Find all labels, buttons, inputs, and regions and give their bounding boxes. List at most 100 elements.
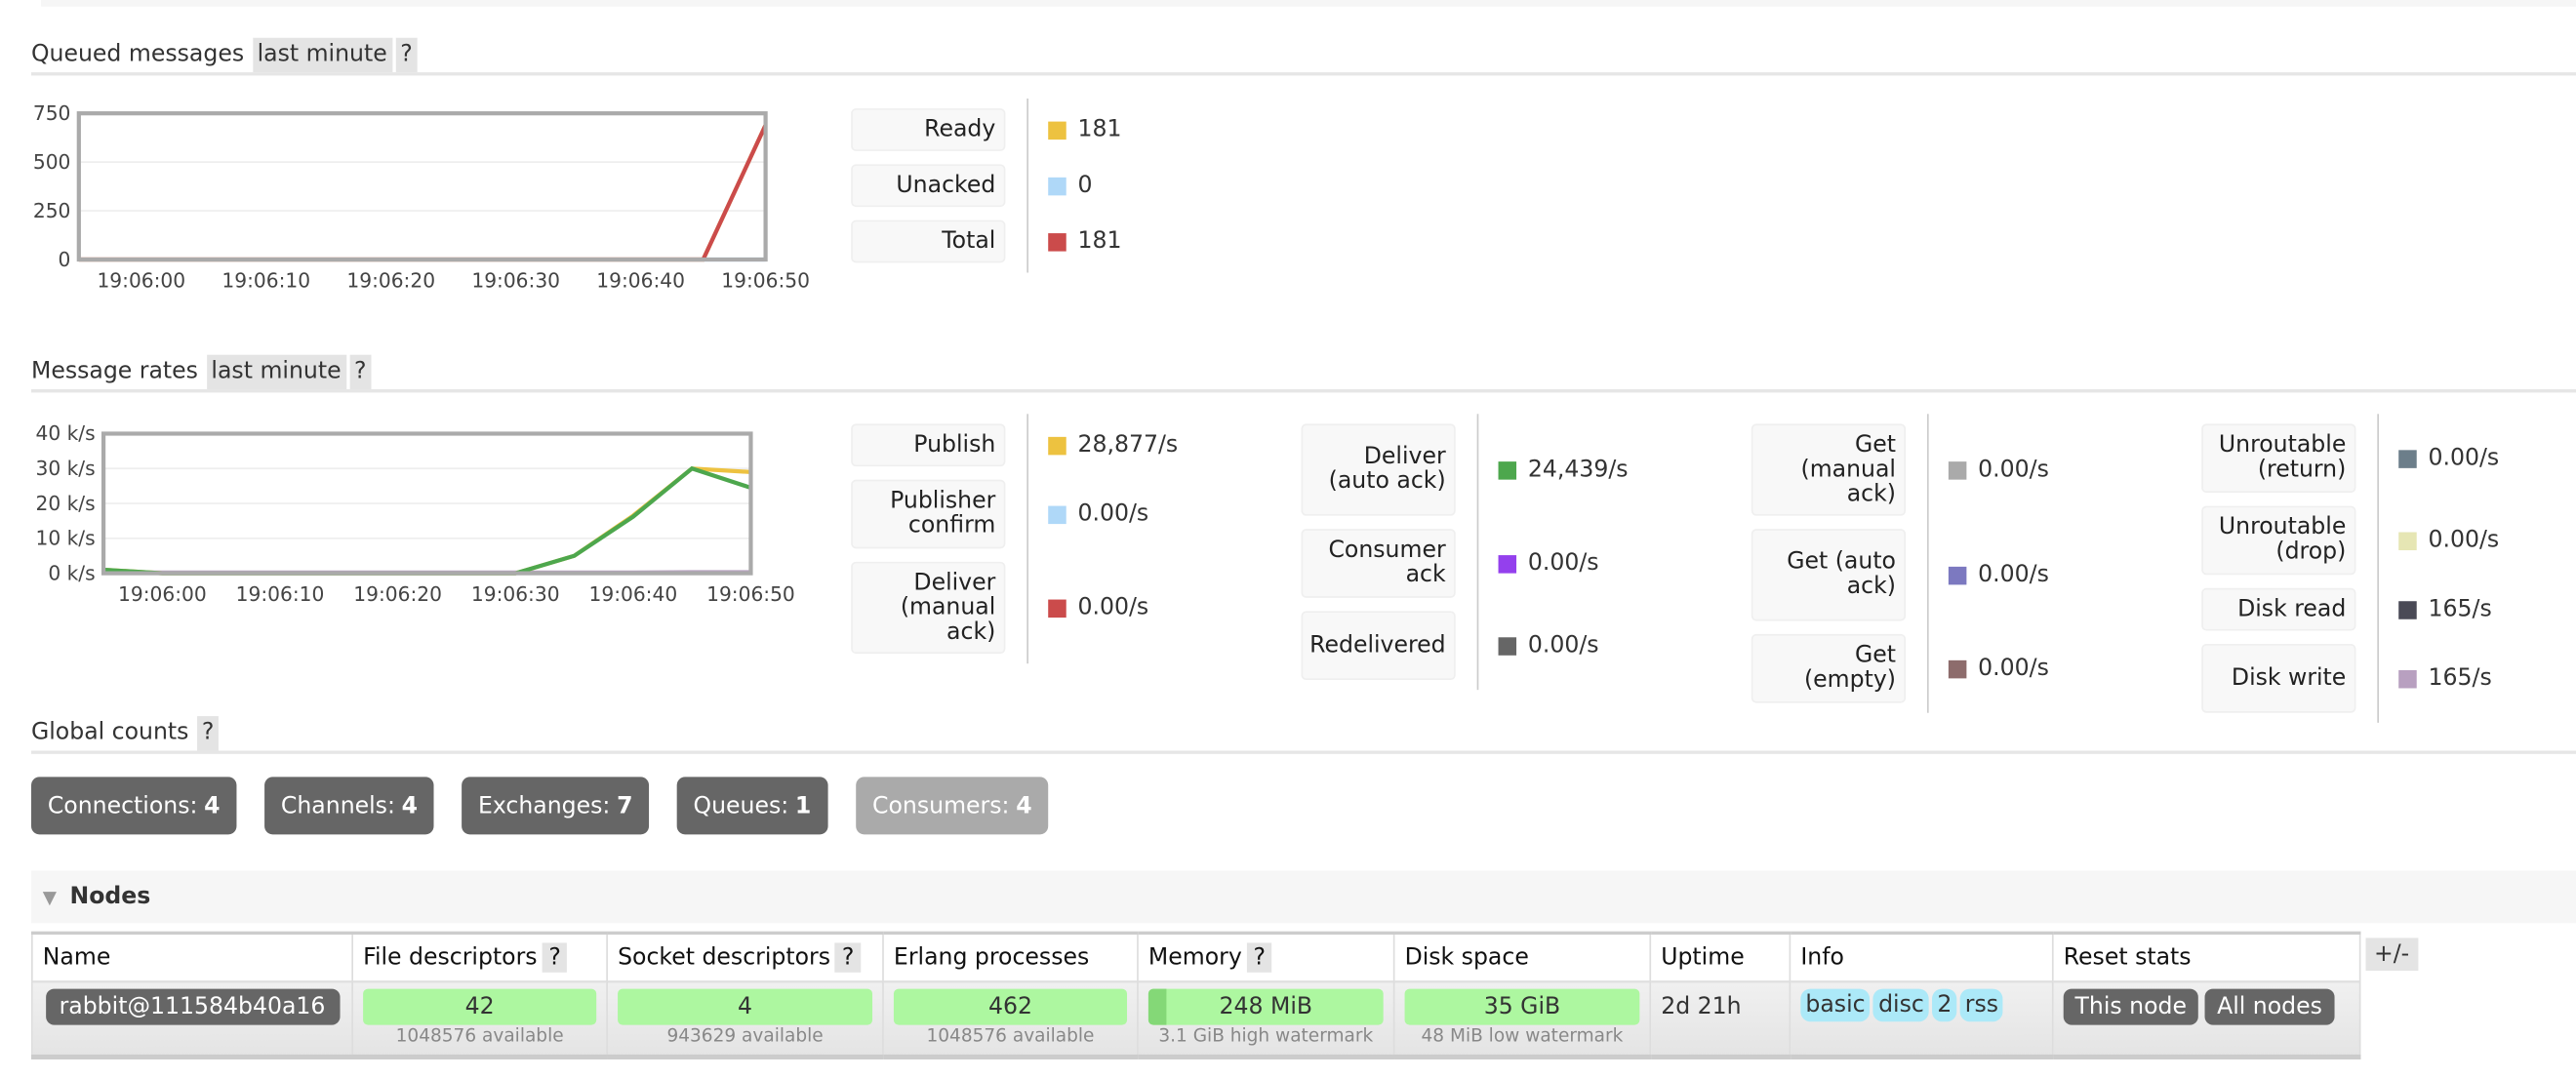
uptime-value: 2d 21h [1661, 994, 1741, 1020]
legend-label: Deliver (manual ack) [851, 562, 1005, 654]
fd-available: 1048576 available [363, 1025, 596, 1049]
section-title: Queued messages [31, 38, 249, 72]
legend-swatch [2398, 532, 2417, 550]
legend-label: Total [851, 220, 1005, 263]
rate-value: 0.00/s [1978, 656, 2049, 682]
y-tick-label: 750 [33, 101, 71, 125]
count: 4 [1016, 792, 1031, 818]
legend-label: Get (empty) [1751, 634, 1906, 703]
reset-this-node-button[interactable]: This node [2064, 989, 2198, 1025]
cell-fd: 421048576 available [352, 981, 607, 1057]
legend-swatch [1048, 599, 1067, 618]
rate-value: 24,439/s [1528, 457, 1629, 483]
range-selector[interactable]: last minute [253, 38, 392, 72]
rate-value: 0.00/s [2429, 445, 2500, 471]
label: Exchanges: [478, 792, 610, 818]
legend-value: 0.00/s [1949, 634, 2049, 703]
col-info[interactable]: Info [1790, 933, 2052, 981]
x-tick-label: 19:06:20 [346, 269, 435, 293]
global-counts-header: Global counts ? [31, 714, 2576, 753]
count: 4 [402, 792, 418, 818]
reset-all-nodes-button[interactable]: All nodes [2205, 989, 2333, 1025]
section-title: Global counts [31, 716, 194, 750]
memory-bar: 248 MiB [1148, 989, 1384, 1025]
y-tick-label: 0 [59, 248, 71, 271]
disk-watermark: 48 MiB low watermark [1405, 1025, 1640, 1049]
legend-swatch [1048, 436, 1067, 455]
rate-value: 28,877/s [1078, 432, 1179, 459]
toggle-columns-button[interactable]: +/- [2366, 938, 2418, 971]
exchanges-button[interactable]: Exchanges: 7 [462, 777, 649, 834]
legend-value: 0.00/s [1048, 562, 1148, 654]
legend-swatch [2398, 600, 2417, 619]
col-erlang-processes[interactable]: Erlang processes [883, 933, 1138, 981]
col-memory[interactable]: Memory? [1138, 933, 1394, 981]
help-button[interactable]: ? [1247, 942, 1272, 972]
y-tick-label: 30 k/s [36, 457, 96, 480]
legend-swatch [1499, 460, 1517, 479]
nodes-section-toggle[interactable]: ▼ Nodes [31, 870, 2576, 923]
plot-frame [79, 113, 766, 260]
label: Connections: [48, 792, 198, 818]
help-button[interactable]: ? [197, 716, 220, 750]
help-button[interactable]: ? [835, 942, 861, 972]
legend-divider [1477, 414, 1479, 690]
nodes-table: Name File descriptors? Socket descriptor… [31, 932, 2360, 1059]
x-tick-label: 19:06:10 [221, 269, 310, 293]
legend-label: Disk write [2201, 644, 2355, 713]
help-button[interactable]: ? [349, 355, 372, 389]
queues-button[interactable]: Queues:1 [677, 777, 828, 834]
legend-swatch [1949, 460, 1967, 479]
memory-value: 248 MiB [1220, 994, 1313, 1020]
y-tick-label: 250 [33, 199, 71, 222]
col-disk-space[interactable]: Disk space [1394, 933, 1651, 981]
col-uptime[interactable]: Uptime [1650, 933, 1790, 981]
x-tick-label: 19:06:40 [596, 269, 685, 293]
info-badge-disc: disc [1873, 989, 1929, 1022]
label: Memory [1148, 944, 1242, 971]
channels-button[interactable]: Channels:4 [264, 777, 434, 834]
cell-disk: 35 GiB48 MiB low watermark [1394, 981, 1651, 1057]
x-tick-label: 19:06:30 [471, 582, 560, 606]
ep-available: 1048576 available [894, 1025, 1127, 1049]
cell-sd: 4943629 available [607, 981, 883, 1057]
col-socket-descriptors[interactable]: Socket descriptors? [607, 933, 883, 981]
col-file-descriptors[interactable]: File descriptors? [352, 933, 607, 981]
node-name-link[interactable]: rabbit@111584b40a16 [45, 989, 339, 1025]
legend-swatch [1949, 566, 1967, 584]
section-title: Message rates [31, 355, 203, 389]
chart-svg: 0 k/s10 k/s20 k/s30 k/s40 k/s19:06:0019:… [0, 419, 822, 632]
range-selector[interactable]: last minute [206, 355, 345, 389]
x-tick-label: 19:06:00 [118, 582, 207, 606]
queued-messages-chart: 025050075019:06:0019:06:1019:06:2019:06:… [0, 99, 822, 319]
col-reset-stats: Reset stats [2053, 933, 2360, 981]
rate-value: 181 [1078, 117, 1122, 143]
connections-button[interactable]: Connections:4 [31, 777, 236, 834]
legend-value: 0.00/s [1949, 423, 2049, 515]
overview-page: Queued messages last minute ? 0250500750… [0, 0, 2576, 1078]
legend-label: Unroutable (drop) [2201, 506, 2355, 576]
col-name[interactable]: Name [32, 933, 352, 981]
triangle-down-icon: ▼ [43, 886, 57, 907]
legend-divider [1026, 99, 1028, 272]
help-button[interactable]: ? [543, 942, 568, 972]
legend-label: Publisher confirm [851, 480, 1005, 549]
legend-divider [2377, 414, 2379, 723]
rate-value: 0.00/s [1978, 562, 2049, 588]
x-tick-label: 19:06:00 [97, 269, 185, 293]
count: 7 [617, 792, 632, 818]
queued-messages-header: Queued messages last minute ? [31, 36, 2576, 75]
legend-value: 28,877/s [1048, 423, 1178, 466]
consumers-button[interactable]: Consumers: 4 [856, 777, 1048, 834]
x-tick-label: 19:06:50 [706, 582, 795, 606]
legend-label: Get (auto ack) [1751, 529, 1906, 620]
help-button[interactable]: ? [395, 38, 418, 72]
sd-available: 943629 available [618, 1025, 872, 1049]
memory-fill [1148, 989, 1167, 1025]
label: Consumers: [872, 792, 1009, 818]
count: 4 [204, 792, 220, 818]
rate-value: 0.00/s [1078, 594, 1149, 620]
label: Queues: [694, 792, 789, 818]
count: 1 [795, 792, 811, 818]
y-tick-label: 20 k/s [36, 492, 96, 515]
